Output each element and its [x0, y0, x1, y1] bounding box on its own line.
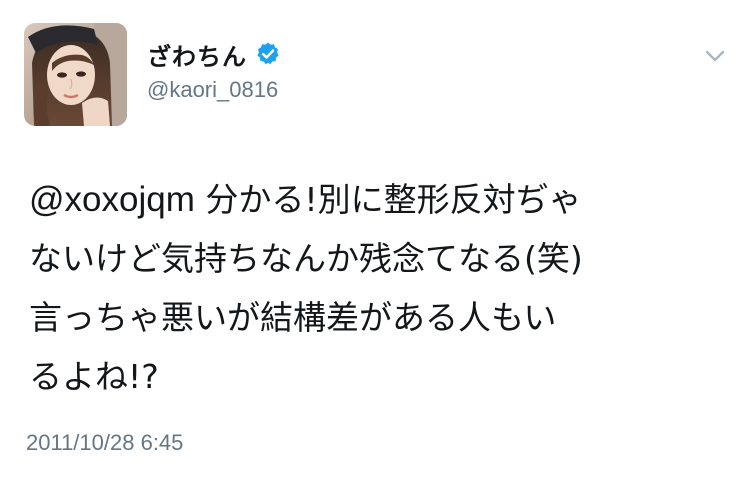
tweet-text-line-1: @xoxojqm 分かる!別に整形反対ぢゃ — [29, 170, 729, 229]
user-handle[interactable]: @kaori_0816 — [147, 77, 278, 103]
chevron-down-icon[interactable] — [704, 47, 726, 65]
avatar[interactable] — [24, 23, 127, 126]
tweet-text-line-4: るよね!? — [29, 357, 159, 396]
tweet-card: ざわちん @kaori_0816 @xoxojqm 分かる!別に整形反対ぢゃ な… — [0, 0, 749, 488]
tweet-text-segment: 分かる!別に整形反対ぢゃ — [194, 180, 582, 219]
tweet-text-line-3: 言っちゃ悪いが結構差がある人もい — [29, 298, 557, 337]
tweet-text: @xoxojqm 分かる!別に整形反対ぢゃ ないけど気持ちなんか残念てなる(笑)… — [29, 170, 729, 406]
display-name[interactable]: ざわちん — [147, 37, 247, 72]
mention-link[interactable]: @xoxojqm — [29, 180, 195, 219]
verified-badge-icon — [255, 41, 281, 67]
tweet-timestamp[interactable]: 2011/10/28 6:45 — [26, 430, 183, 456]
display-name-row[interactable]: ざわちん — [147, 37, 281, 72]
avatar-photo — [24, 23, 127, 126]
tweet-text-line-2: ないけど気持ちなんか残念てなる(笑) — [29, 239, 583, 278]
